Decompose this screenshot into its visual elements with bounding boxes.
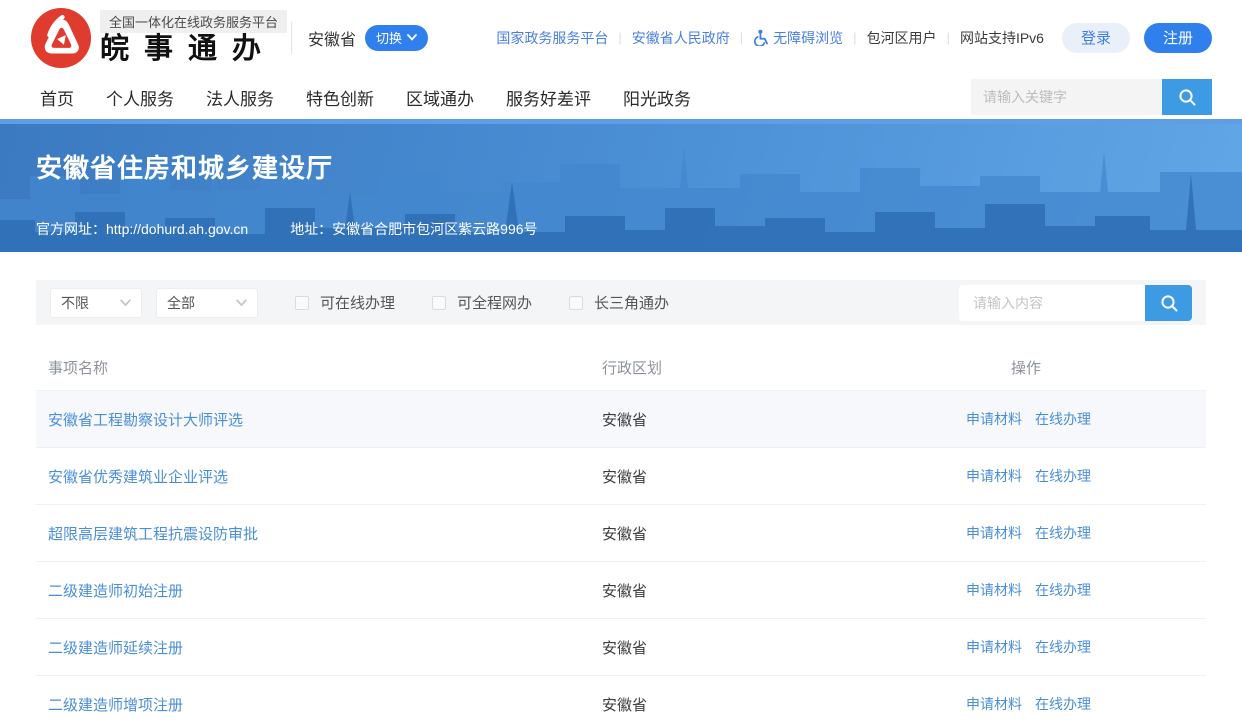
link-national-platform[interactable]: 国家政务服务平台 <box>496 28 608 48</box>
service-item-link[interactable]: 安徽省工程勘察设计大师评选 <box>48 412 243 429</box>
service-item-link[interactable]: 超限高层建筑工程抗震设防审批 <box>48 526 258 543</box>
header-quick-links: 国家政务服务平台 | 安徽省人民政府 | 无障碍浏览 | 包河区用户 | 网站支… <box>496 28 1044 48</box>
region-switcher: 安徽省 切换 <box>308 25 428 51</box>
search-icon <box>1177 87 1197 107</box>
nav-item-legal-person[interactable]: 法人服务 <box>206 85 274 110</box>
checkbox-icon <box>432 296 446 310</box>
checkbox-yangtze-delta[interactable]: 长三角通办 <box>569 292 669 313</box>
handle-online-link[interactable]: 在线办理 <box>1035 580 1091 600</box>
apply-materials-link[interactable]: 申请材料 <box>966 694 1022 714</box>
list-search-input[interactable] <box>959 285 1145 321</box>
department-meta: 官方网址：http://dohurd.ah.gov.cn 地址：安徽省合肥市包河… <box>36 219 1206 239</box>
service-region: 安徽省 <box>596 466 966 487</box>
link-separator: | <box>947 30 950 45</box>
main-nav: 首页 个人服务 法人服务 特色创新 区域通办 服务好差评 阳光政务 <box>0 75 1242 119</box>
nav-item-personal[interactable]: 个人服务 <box>106 85 174 110</box>
top-header: 全国一体化在线政务服务平台 皖事通办 安徽省 切换 国家政务服务平台 | 安徽省… <box>0 0 1242 75</box>
banner-content: 安徽省住房和城乡建设厅 官方网址：http://dohurd.ah.gov.cn… <box>0 124 1242 239</box>
service-region: 安徽省 <box>596 580 966 601</box>
checkbox-full-online[interactable]: 可全程网办 <box>432 292 532 313</box>
handle-online-link[interactable]: 在线办理 <box>1035 409 1091 429</box>
chevron-down-icon <box>120 299 131 307</box>
table-row: 安徽省优秀建筑业企业评选 安徽省 申请材料 在线办理 <box>36 447 1206 504</box>
apply-materials-link[interactable]: 申请材料 <box>966 409 1022 429</box>
region-switch-button[interactable]: 切换 <box>365 25 428 51</box>
link-ipv6[interactable]: 网站支持IPv6 <box>960 28 1044 48</box>
login-button[interactable]: 登录 <box>1062 23 1130 53</box>
service-items-table: 事项名称 行政区划 操作 安徽省工程勘察设计大师评选 安徽省 申请材料 在线办理… <box>36 345 1206 727</box>
col-header-action: 操作 <box>966 357 1206 378</box>
link-separator: | <box>853 30 856 45</box>
chevron-down-icon <box>407 34 417 41</box>
handle-online-link[interactable]: 在线办理 <box>1035 637 1091 657</box>
col-header-region: 行政区划 <box>596 357 966 378</box>
service-region: 安徽省 <box>596 637 966 658</box>
link-anhui-gov[interactable]: 安徽省人民政府 <box>632 28 730 48</box>
link-separator: | <box>618 30 621 45</box>
nav-item-sunshine-gov[interactable]: 阳光政务 <box>623 85 691 110</box>
site-search-input[interactable] <box>971 79 1162 115</box>
nav-item-innovation[interactable]: 特色创新 <box>306 85 374 110</box>
filter-bar: 不限 全部 可在线办理 可全程网办 长三角通办 <box>36 280 1206 325</box>
nav-item-home[interactable]: 首页 <box>40 85 74 110</box>
scope-select[interactable]: 不限 <box>50 288 142 318</box>
header-divider <box>291 22 292 54</box>
apply-materials-link[interactable]: 申请材料 <box>966 466 1022 486</box>
link-separator: | <box>740 30 743 45</box>
search-icon <box>1159 293 1179 313</box>
department-banner: 安徽省住房和城乡建设厅 官方网址：http://dohurd.ah.gov.cn… <box>0 124 1242 252</box>
site-logo-icon <box>30 7 92 69</box>
wheelchair-icon <box>753 29 770 46</box>
service-item-link[interactable]: 二级建造师延续注册 <box>48 640 183 657</box>
handle-online-link[interactable]: 在线办理 <box>1035 523 1091 543</box>
col-header-name: 事项名称 <box>36 357 596 378</box>
register-button[interactable]: 注册 <box>1144 23 1212 53</box>
handle-online-link[interactable]: 在线办理 <box>1035 694 1091 714</box>
nav-item-service-rating[interactable]: 服务好差评 <box>506 85 591 110</box>
handle-online-link[interactable]: 在线办理 <box>1035 466 1091 486</box>
nav-items: 首页 个人服务 法人服务 特色创新 区域通办 服务好差评 阳光政务 <box>40 85 691 110</box>
service-region: 安徽省 <box>596 409 966 430</box>
type-select[interactable]: 全部 <box>156 288 258 318</box>
nav-item-regional[interactable]: 区域通办 <box>406 85 474 110</box>
logo-text: 全国一体化在线政务服务平台 皖事通办 <box>100 10 287 66</box>
service-item-link[interactable]: 二级建造师初始注册 <box>48 583 183 600</box>
service-item-link[interactable]: 安徽省优秀建筑业企业评选 <box>48 469 228 486</box>
chevron-down-icon <box>236 299 247 307</box>
table-row: 二级建造师初始注册 安徽省 申请材料 在线办理 <box>36 561 1206 618</box>
platform-tag: 全国一体化在线政务服务平台 <box>100 10 287 33</box>
link-accessibility[interactable]: 无障碍浏览 <box>753 28 843 48</box>
service-item-link[interactable]: 二级建造师增项注册 <box>48 697 183 714</box>
department-website: 官方网址：http://dohurd.ah.gov.cn <box>36 219 248 239</box>
apply-materials-link[interactable]: 申请材料 <box>966 637 1022 657</box>
checkbox-icon <box>295 296 309 310</box>
checkbox-online-available[interactable]: 可在线办理 <box>295 292 395 313</box>
department-address: 地址：安徽省合肥市包河区紫云路996号 <box>290 219 537 239</box>
link-baohe-user[interactable]: 包河区用户 <box>867 28 937 48</box>
service-region: 安徽省 <box>596 523 966 544</box>
apply-materials-link[interactable]: 申请材料 <box>966 580 1022 600</box>
table-header-row: 事项名称 行政区划 操作 <box>36 345 1206 390</box>
table-row: 超限高层建筑工程抗震设防审批 安徽省 申请材料 在线办理 <box>36 504 1206 561</box>
table-row: 二级建造师延续注册 安徽省 申请材料 在线办理 <box>36 618 1206 675</box>
service-region: 安徽省 <box>596 694 966 715</box>
checkbox-icon <box>569 296 583 310</box>
site-name: 皖事通办 <box>100 34 287 66</box>
main-content: 不限 全部 可在线办理 可全程网办 长三角通办 <box>36 280 1206 727</box>
apply-materials-link[interactable]: 申请材料 <box>966 523 1022 543</box>
table-row: 二级建造师增项注册 安徽省 申请材料 在线办理 <box>36 675 1206 727</box>
current-region-label: 安徽省 <box>308 26 356 50</box>
list-search-button[interactable] <box>1145 285 1192 321</box>
table-row: 安徽省工程勘察设计大师评选 安徽省 申请材料 在线办理 <box>36 390 1206 447</box>
department-title: 安徽省住房和城乡建设厅 <box>36 148 1206 185</box>
site-search <box>971 79 1212 115</box>
site-search-button[interactable] <box>1162 79 1212 115</box>
list-search <box>959 285 1192 321</box>
